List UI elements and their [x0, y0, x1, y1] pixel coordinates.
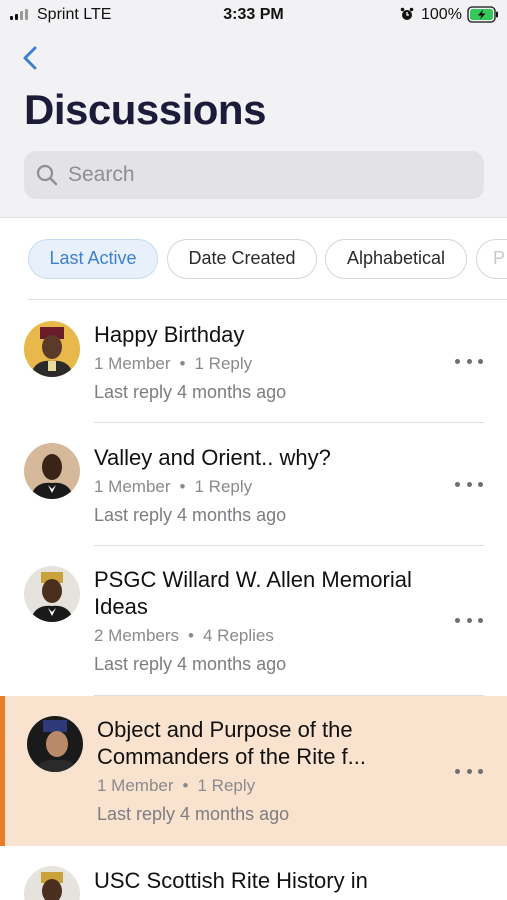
back-chevron-icon[interactable] [18, 44, 44, 72]
selection-accent-bar [0, 696, 5, 846]
discussion-title: Valley and Orient.. why? [94, 445, 331, 470]
discussion-row[interactable]: Happy Birthday 1 Member • 1 Reply Last rep… [0, 300, 507, 423]
sort-filter-bar: Last Active Date Created Alphabetical P [0, 218, 507, 300]
member-count: 1 Member [94, 354, 171, 373]
more-options-icon[interactable] [455, 613, 483, 627]
battery-charging-icon [467, 6, 498, 23]
reply-count: 4 Replies [202, 626, 274, 645]
discussion-meta: 1 Member • 1 Reply [94, 477, 253, 496]
reply-count: 1 Reply [194, 354, 253, 373]
last-reply: Last reply 4 months ago [97, 804, 290, 824]
avatar [27, 716, 83, 772]
last-reply: Last reply 4 months ago [94, 654, 287, 674]
last-reply: Last reply 4 months ago [94, 382, 287, 402]
filter-chip-last-active[interactable]: Last Active [28, 239, 158, 279]
avatar [24, 443, 80, 499]
discussion-title: PSGC Willard W. Allen Memorial Ideas [94, 567, 412, 619]
member-count: 2 Members [94, 626, 180, 645]
discussion-meta: 1 Member • 1 Reply [97, 776, 256, 795]
discussion-title: USC Scottish Rite History in [94, 868, 368, 893]
search-input[interactable] [68, 151, 468, 199]
page-title: Discussions [24, 86, 266, 133]
member-count: 1 Member [97, 776, 174, 795]
filter-chip-date-created[interactable]: Date Created [167, 239, 317, 279]
discussion-row-selected[interactable]: Object and Purpose of the Commanders of … [0, 696, 507, 846]
discussion-title: Happy Birthday [94, 322, 245, 347]
alarm-icon [400, 7, 414, 20]
discussion-row[interactable]: USC Scottish Rite History in [0, 846, 507, 900]
discussion-row[interactable]: PSGC Willard W. Allen Memorial Ideas 2 M… [0, 546, 507, 695]
filter-chip-alphabetical[interactable]: Alphabetical [325, 239, 467, 279]
avatar [24, 321, 80, 377]
discussion-meta: 2 Members • 4 Replies [94, 626, 274, 645]
more-options-icon[interactable] [455, 354, 483, 368]
more-options-icon[interactable] [455, 477, 483, 491]
discussion-title: Object and Purpose of the Commanders of … [97, 717, 366, 769]
filter-chip-partial[interactable]: P [476, 239, 507, 279]
discussion-meta: 1 Member • 1 Reply [94, 354, 253, 373]
discussion-row[interactable]: Valley and Orient.. why? 1 Member • 1 Repl… [0, 423, 507, 545]
reply-count: 1 Reply [194, 477, 253, 496]
avatar [24, 866, 80, 900]
header: Discussions [0, 30, 507, 218]
search-icon [36, 164, 58, 186]
search-bar[interactable] [24, 151, 484, 199]
more-options-icon[interactable] [455, 764, 483, 778]
member-count: 1 Member [94, 477, 171, 496]
reply-count: 1 Reply [197, 776, 256, 795]
battery-percent: 100% [421, 6, 462, 23]
avatar [24, 566, 80, 622]
status-bar: Sprint LTE 3:33 PM 100% [0, 0, 507, 30]
last-reply: Last reply 4 months ago [94, 505, 287, 525]
